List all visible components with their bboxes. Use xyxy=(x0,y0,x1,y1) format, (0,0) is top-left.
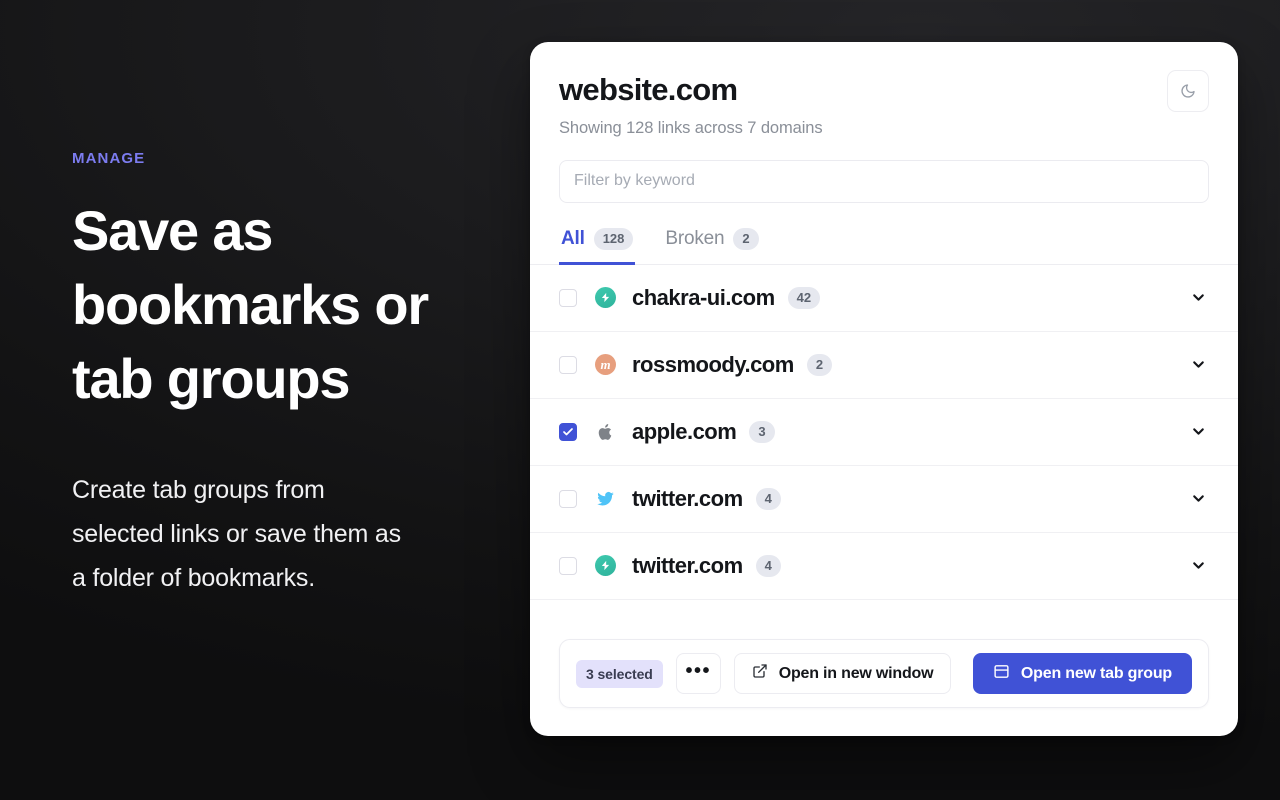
tab-group-icon xyxy=(993,663,1010,685)
row-count: 3 xyxy=(749,420,775,443)
more-options-button[interactable]: ••• xyxy=(675,653,721,694)
open-new-tab-group-button[interactable]: Open new tab group xyxy=(972,653,1192,694)
page-title: Save as bookmarks or tab groups xyxy=(72,199,429,410)
row-checkbox[interactable] xyxy=(559,556,577,575)
tab-broken[interactable]: Broken 2 xyxy=(663,222,760,265)
row-checkbox[interactable] xyxy=(559,489,577,508)
page-description: Create tab groups from selected links or… xyxy=(72,475,401,592)
table-row[interactable]: m rossmoody.com 2 xyxy=(530,331,1238,399)
chevron-down-icon[interactable] xyxy=(1187,488,1209,510)
chakra-ui-favicon xyxy=(595,287,616,309)
moon-icon xyxy=(1180,83,1196,99)
action-bar-container: 3 selected ••• Open in new window Open n… xyxy=(530,619,1238,736)
tab-all[interactable]: All 128 xyxy=(559,222,636,265)
search-input[interactable] xyxy=(559,159,1209,203)
tab-all-label: All xyxy=(561,227,585,249)
row-checkbox[interactable] xyxy=(559,355,577,374)
marketing-panel: MANAGE Save as bookmarks or tab groups C… xyxy=(72,150,502,600)
twitter-favicon xyxy=(595,488,616,509)
tab-broken-label: Broken xyxy=(665,227,725,249)
section-eyebrow: MANAGE xyxy=(72,150,146,167)
card-header: website.com Showing 128 links across 7 d… xyxy=(530,42,1238,138)
table-row[interactable]: chakra-ui.com 42 xyxy=(530,264,1238,332)
ellipsis-icon: ••• xyxy=(685,660,711,682)
rossmoody-favicon: m xyxy=(595,354,616,376)
row-count: 4 xyxy=(755,554,781,577)
chevron-down-icon[interactable] xyxy=(1187,287,1209,309)
selection-action-bar: 3 selected ••• Open in new window Open n… xyxy=(559,639,1209,708)
open-in-new-window-label: Open in new window xyxy=(778,664,934,682)
table-row[interactable]: apple.com 3 xyxy=(530,398,1238,466)
chevron-down-icon[interactable] xyxy=(1187,555,1209,577)
app-root: MANAGE Save as bookmarks or tab groups C… xyxy=(0,0,1280,800)
card-title: website.com xyxy=(559,72,738,107)
row-checkbox[interactable] xyxy=(559,422,577,441)
table-row[interactable]: twitter.com 4 xyxy=(530,465,1238,533)
row-domain: chakra-ui.com xyxy=(632,284,775,310)
link-manager-card: website.com Showing 128 links across 7 d… xyxy=(530,42,1238,736)
theme-toggle-button[interactable] xyxy=(1167,70,1209,112)
chevron-down-icon[interactable] xyxy=(1187,421,1209,443)
card-subtitle: Showing 128 links across 7 domains xyxy=(559,118,823,137)
chevron-down-icon[interactable] xyxy=(1187,354,1209,376)
apple-favicon xyxy=(595,421,616,442)
row-count: 2 xyxy=(806,353,833,376)
open-in-new-window-button[interactable]: Open in new window xyxy=(733,653,952,694)
row-checkbox[interactable] xyxy=(559,288,577,307)
row-count: 4 xyxy=(755,487,781,510)
tab-bar: All 128 Broken 2 xyxy=(530,222,1238,265)
domain-list: chakra-ui.com 42 m rossmoody.com 2 apple… xyxy=(530,264,1238,619)
filter-section xyxy=(530,138,1238,203)
row-domain: apple.com xyxy=(632,418,737,444)
row-domain: rossmoody.com xyxy=(632,351,794,377)
tab-all-count: 128 xyxy=(593,227,634,250)
row-domain: twitter.com xyxy=(632,552,743,578)
row-count: 42 xyxy=(787,286,821,309)
status-badge: 3 selected xyxy=(576,659,663,688)
chakra-ui-favicon xyxy=(595,555,616,577)
row-domain: twitter.com xyxy=(632,485,743,511)
external-link-icon xyxy=(752,663,768,684)
tab-broken-count: 2 xyxy=(733,227,759,250)
table-row[interactable]: twitter.com 4 xyxy=(530,532,1238,600)
open-new-tab-group-label: Open new tab group xyxy=(1020,664,1172,682)
